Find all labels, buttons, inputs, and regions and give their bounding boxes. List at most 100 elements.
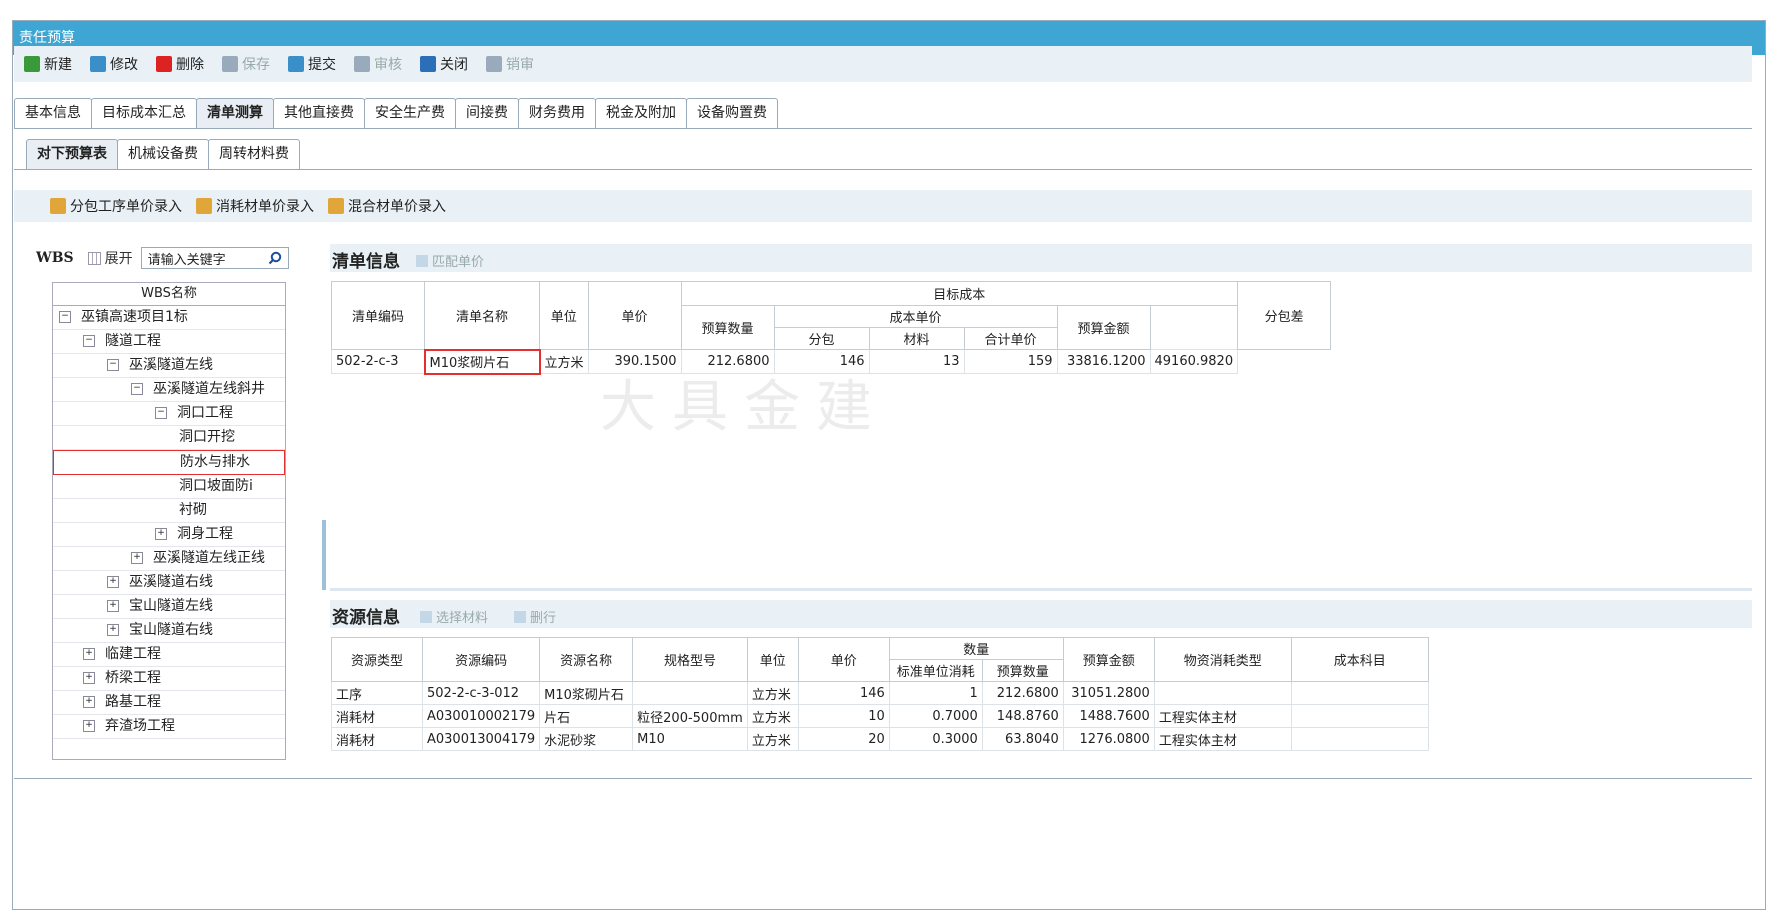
resource-cell-subject[interactable] bbox=[1290, 704, 1429, 728]
resource-cell-qty[interactable]: 212.6800 bbox=[981, 681, 1064, 705]
wbs-tree-node[interactable]: + 宝山隧道左线 bbox=[53, 595, 285, 619]
wbs-tree-node[interactable]: + 巫溪隧道右线 bbox=[53, 571, 285, 595]
expand-node-icon[interactable]: + bbox=[107, 576, 119, 588]
resource-cell-consume_type[interactable]: 工程实体主材 bbox=[1153, 704, 1292, 728]
wbs-tree-node[interactable]: − 巫溪隧道左线斜井 bbox=[53, 378, 285, 402]
resource-cell-unit[interactable]: 立方米 bbox=[746, 681, 799, 705]
price-entry-button-2[interactable]: 混合材单价录入 bbox=[328, 196, 446, 216]
tab-main-3[interactable]: 其他直接费 bbox=[273, 98, 365, 128]
tab-main-4[interactable]: 安全生产费 bbox=[364, 98, 456, 128]
wbs-tree-node[interactable]: 洞口开挖 bbox=[53, 426, 285, 450]
tab-main-6[interactable]: 财务费用 bbox=[518, 98, 596, 128]
wbs-tree-node[interactable]: + 路基工程 bbox=[53, 691, 285, 715]
resource-cell-qty[interactable]: 63.8040 bbox=[981, 727, 1064, 751]
toolbar-button-1[interactable]: 修改 bbox=[90, 54, 138, 74]
resource-cell-code[interactable]: A030010002179 bbox=[421, 704, 541, 728]
expand-button[interactable]: 展开 bbox=[87, 248, 133, 268]
delete-row-button[interactable]: 删行 bbox=[514, 607, 556, 626]
expand-node-icon[interactable]: + bbox=[83, 720, 95, 732]
resource-cell-amount[interactable]: 31051.2800 bbox=[1062, 681, 1155, 705]
resource-cell-unit[interactable]: 立方米 bbox=[746, 704, 799, 728]
tab-sub-0[interactable]: 对下预算表 bbox=[26, 139, 118, 169]
tab-main-2[interactable]: 清单测算 bbox=[196, 98, 274, 128]
resource-cell-code[interactable]: A030013004179 bbox=[421, 727, 541, 751]
toolbar-button-7[interactable]: 销审 bbox=[486, 54, 534, 74]
expand-node-icon[interactable]: + bbox=[131, 552, 143, 564]
resource-cell-subject[interactable] bbox=[1290, 727, 1429, 751]
wbs-tree-node[interactable]: − 巫溪隧道左线 bbox=[53, 354, 285, 378]
wbs-tree-node[interactable]: + 巫溪隧道左线正线 bbox=[53, 547, 285, 571]
resource-cell-price[interactable]: 10 bbox=[797, 704, 890, 728]
resource-cell-name[interactable]: 片石 bbox=[539, 704, 634, 728]
resource-cell-name[interactable]: 水泥砂浆 bbox=[539, 727, 634, 751]
bill-cell-total[interactable]: 159 bbox=[963, 349, 1058, 374]
wbs-tree-node[interactable]: 洞口坡面防i bbox=[53, 475, 285, 499]
wbs-tree-node[interactable]: + 宝山隧道右线 bbox=[53, 619, 285, 643]
price-entry-button-1[interactable]: 消耗材单价录入 bbox=[196, 196, 314, 216]
expand-node-icon[interactable]: + bbox=[107, 624, 119, 636]
tab-sub-1[interactable]: 机械设备费 bbox=[117, 139, 209, 169]
expand-node-icon[interactable]: + bbox=[83, 672, 95, 684]
resource-cell-qty[interactable]: 148.8760 bbox=[981, 704, 1064, 728]
bill-cell-unit[interactable]: 立方米 bbox=[539, 349, 589, 374]
tab-main-5[interactable]: 间接费 bbox=[455, 98, 519, 128]
resource-cell-std[interactable]: 1 bbox=[888, 681, 983, 705]
toolbar-button-4[interactable]: 提交 bbox=[288, 54, 336, 74]
section-divider[interactable] bbox=[330, 588, 1752, 591]
wbs-tree-node[interactable]: 衬砌 bbox=[53, 499, 285, 523]
collapse-node-icon[interactable]: − bbox=[83, 335, 95, 347]
resource-cell-amount[interactable]: 1488.7600 bbox=[1062, 704, 1155, 728]
resource-cell-subject[interactable] bbox=[1290, 681, 1429, 705]
resource-cell-unit[interactable]: 立方米 bbox=[746, 727, 799, 751]
resource-cell-spec[interactable] bbox=[632, 681, 748, 705]
resource-cell-type[interactable]: 消耗材 bbox=[331, 727, 423, 751]
toolbar-button-5[interactable]: 审核 bbox=[354, 54, 402, 74]
resource-cell-spec[interactable]: 粒径200-500mm bbox=[632, 704, 748, 728]
resource-cell-std[interactable]: 0.3000 bbox=[888, 727, 983, 751]
resource-row[interactable]: 工序 502-2-c-3-012 M10浆砌片石 立方米 146 1 212.6800 310… bbox=[331, 681, 1429, 705]
wbs-search-input[interactable]: 请输入关键字 bbox=[140, 247, 289, 269]
search-icon[interactable] bbox=[268, 251, 282, 265]
tab-main-8[interactable]: 设备购置费 bbox=[686, 98, 778, 128]
select-material-button[interactable]: 选择材料 bbox=[420, 607, 488, 626]
resource-cell-name[interactable]: M10浆砌片石 bbox=[539, 681, 634, 705]
wbs-tree-node[interactable]: + 临建工程 bbox=[53, 643, 285, 667]
toolbar-button-0[interactable]: 新建 bbox=[24, 54, 72, 74]
wbs-tree-node[interactable]: + 弃渣场工程 bbox=[53, 715, 285, 739]
resource-cell-type[interactable]: 工序 bbox=[331, 681, 423, 705]
price-entry-button-0[interactable]: 分包工序单价录入 bbox=[50, 196, 182, 216]
tab-sub-2[interactable]: 周转材料费 bbox=[208, 139, 300, 169]
expand-node-icon[interactable]: + bbox=[83, 696, 95, 708]
wbs-tree-node[interactable]: + 洞身工程 bbox=[53, 523, 285, 547]
collapse-node-icon[interactable]: − bbox=[155, 407, 167, 419]
expand-node-icon[interactable]: + bbox=[155, 528, 167, 540]
wbs-tree-node[interactable]: + 桥梁工程 bbox=[53, 667, 285, 691]
bill-cell-diff[interactable]: 49160.9820 bbox=[1149, 349, 1239, 374]
resource-cell-amount[interactable]: 1276.0800 bbox=[1062, 727, 1155, 751]
resource-cell-spec[interactable]: M10 bbox=[632, 727, 748, 751]
toolbar-button-3[interactable]: 保存 bbox=[222, 54, 270, 74]
resource-row[interactable]: 消耗材 A030010002179 片石 粒径200-500mm 立方米 10 0.7000… bbox=[331, 704, 1429, 728]
tab-main-0[interactable]: 基本信息 bbox=[14, 98, 92, 128]
tab-main-1[interactable]: 目标成本汇总 bbox=[91, 98, 197, 128]
resource-cell-price[interactable]: 20 bbox=[797, 727, 890, 751]
resource-row[interactable]: 消耗材 A030013004179 水泥砂浆 M10 立方米 20 0.3000 63.804… bbox=[331, 727, 1429, 751]
collapse-node-icon[interactable]: − bbox=[107, 359, 119, 371]
expand-node-icon[interactable]: + bbox=[83, 648, 95, 660]
wbs-tree-node[interactable]: − 洞口工程 bbox=[53, 402, 285, 426]
resource-cell-type[interactable]: 消耗材 bbox=[331, 704, 423, 728]
bill-cell-name[interactable]: M10浆砌片石 bbox=[423, 348, 541, 375]
collapse-node-icon[interactable]: − bbox=[59, 311, 71, 323]
bill-cell-amount[interactable]: 33816.1200 bbox=[1056, 349, 1151, 374]
resource-cell-std[interactable]: 0.7000 bbox=[888, 704, 983, 728]
resource-cell-consume_type[interactable] bbox=[1153, 681, 1292, 705]
panel-splitter[interactable] bbox=[322, 520, 326, 590]
collapse-node-icon[interactable]: − bbox=[131, 383, 143, 395]
toolbar-button-2[interactable]: 删除 bbox=[156, 54, 204, 74]
wbs-tree-node[interactable]: 防水与排水 bbox=[53, 450, 285, 475]
wbs-tree-node[interactable]: − 巫镇高速项目1标 bbox=[53, 306, 285, 330]
resource-cell-price[interactable]: 146 bbox=[797, 681, 890, 705]
wbs-tree-node[interactable]: − 隧道工程 bbox=[53, 330, 285, 354]
toolbar-button-6[interactable]: 关闭 bbox=[420, 54, 468, 74]
resource-cell-code[interactable]: 502-2-c-3-012 bbox=[421, 681, 541, 705]
